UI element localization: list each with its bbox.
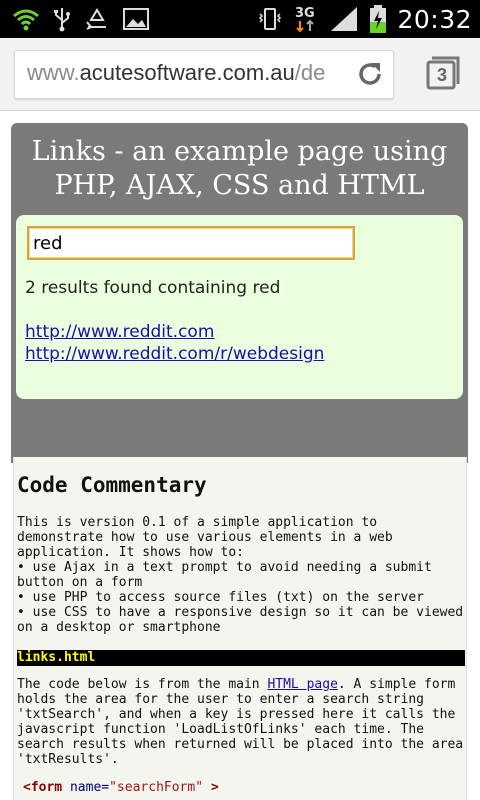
tab-switcher-button[interactable]: 3: [425, 55, 463, 93]
result-links: http://www.reddit.com http://www.reddit.…: [25, 321, 324, 365]
code-commentary-section: Code Commentary This is version 0.1 of a…: [13, 457, 467, 800]
browser-toolbar: www.acutesoftware.com.au/de 3: [0, 38, 480, 111]
search-input[interactable]: [27, 226, 355, 260]
signal-icon: [329, 5, 359, 33]
code-value: "searchForm": [109, 780, 204, 795]
url-suffix: /de: [294, 60, 326, 85]
bullet-item: use CSS to have a responsive design so i…: [17, 605, 465, 635]
commentary-heading: Code Commentary: [17, 473, 207, 497]
result-count-text: 2 results found containing red: [25, 278, 281, 298]
code-snippet: <form name="searchForm" >: [23, 780, 219, 796]
code-attr: name=: [62, 780, 110, 795]
usb-icon: [52, 6, 72, 32]
battery-charging-icon: [369, 4, 387, 34]
search-results-box: 2 results found containing red http://ww…: [16, 215, 463, 399]
image-icon: [122, 7, 150, 31]
reload-icon[interactable]: [355, 59, 385, 89]
result-link[interactable]: http://www.reddit.com: [25, 321, 324, 343]
recycle-icon: [84, 7, 110, 31]
url-prefix: www.: [27, 60, 80, 85]
vibrate-icon: [257, 6, 283, 32]
para-text: The code below is from the main: [17, 677, 268, 692]
bullet-item: use PHP to access source files (txt) on …: [17, 590, 465, 605]
file-name-bar: links.html: [17, 650, 465, 666]
commentary-paragraph: The code below is from the main HTML pag…: [17, 677, 465, 767]
address-bar[interactable]: www.acutesoftware.com.au/de: [14, 50, 394, 99]
url-text[interactable]: www.acutesoftware.com.au/de: [27, 60, 352, 86]
clock: 20:32: [397, 4, 472, 34]
svg-text:3G: 3G: [295, 6, 315, 21]
result-link[interactable]: http://www.reddit.com/r/webdesign: [25, 343, 324, 365]
page-title: Links - an example page using PHP, AJAX,…: [31, 136, 448, 201]
header-panel: Links - an example page using PHP, AJAX,…: [11, 123, 468, 463]
status-bar: 3G 20:32: [0, 0, 480, 38]
network-3g-icon: 3G: [293, 4, 319, 34]
html-page-link[interactable]: HTML page: [267, 677, 337, 692]
commentary-intro: This is version 0.1 of a simple applicat…: [17, 515, 393, 560]
tab-count: 3: [436, 64, 447, 85]
wifi-icon: [12, 7, 40, 31]
code-end: >: [203, 780, 219, 795]
code-tag: <form: [23, 780, 63, 795]
bullet-item: use Ajax in a text prompt to avoid needi…: [17, 560, 465, 590]
commentary-intro-block: This is version 0.1 of a simple applicat…: [17, 515, 465, 635]
url-host: acutesoftware.com.au: [79, 60, 295, 85]
web-page: Links - an example page using PHP, AJAX,…: [0, 111, 480, 800]
